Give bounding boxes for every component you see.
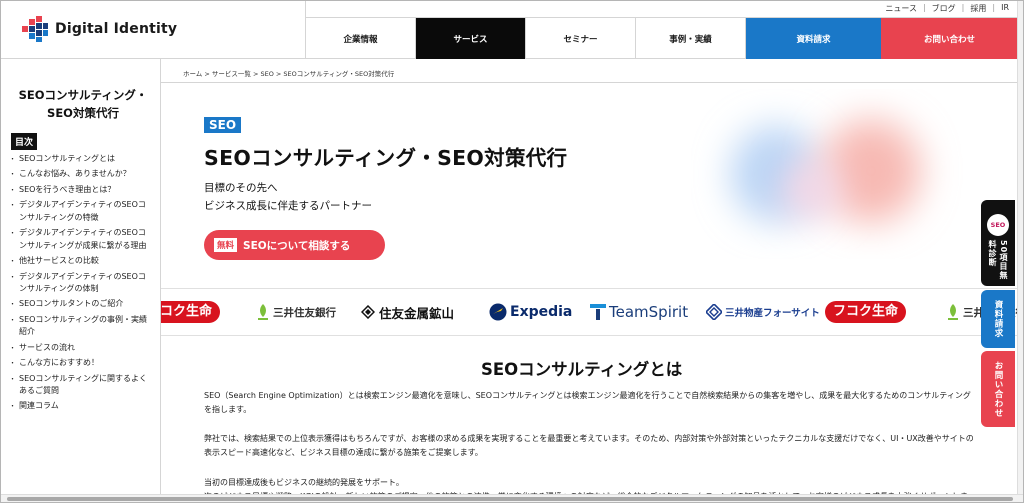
toc-item[interactable]: SEOを行うべき理由とは？ <box>9 184 153 197</box>
toc-item[interactable]: こんな方におすすめ！ <box>9 357 153 370</box>
smbc-leaf-icon <box>948 304 958 320</box>
nav-item-services[interactable]: サービス <box>416 18 526 59</box>
nav-item-company[interactable]: 企業情報 <box>306 18 416 59</box>
paragraph: SEO（Search Engine Optimization）とは検索エンジン最… <box>204 391 971 414</box>
seo-badge: SEO <box>987 214 1009 236</box>
toc-item[interactable]: 関連コラム <box>9 400 153 413</box>
diagnosis-label: 50項目無料診断 <box>988 240 1008 281</box>
cta-label: SEOについて相談する <box>243 239 351 252</box>
nav-item-seminar[interactable]: セミナー <box>526 18 636 59</box>
sidebar: SEOコンサルティング・ SEO対策代行 目次 SEOコンサルティングとは こん… <box>1 59 161 502</box>
toc-label: 目次 <box>11 133 38 150</box>
hero-subtitle-line2: ビジネス成長に伴走するパートナー <box>204 200 372 212</box>
browser-viewport: Digital Identity ニュース | ブログ | 採用 | IR 企業… <box>0 0 1024 503</box>
util-link-recruit[interactable]: 採用 <box>970 3 986 14</box>
logo-mark-icon <box>22 16 48 42</box>
toc-item[interactable]: SEOコンサルタントのご紹介 <box>9 298 153 311</box>
util-link-ir[interactable]: IR <box>1001 3 1009 14</box>
logo-sumitomo-metal: 住友金属鉱山 <box>361 301 454 323</box>
nav-item-cases[interactable]: 事例・実績 <box>636 18 746 59</box>
hero-subtitle-line1: 目標のその先へ <box>204 182 278 194</box>
contact-tab[interactable]: お問い合わせ <box>981 351 1015 427</box>
vertical-scrollbar[interactable] <box>1017 1 1023 502</box>
toc-item[interactable]: SEOコンサルティングに関するよくあるご質問 <box>9 373 153 398</box>
expedia-globe-icon <box>489 303 507 321</box>
logo-mitsui-foresight: 三井物産フォーサイト <box>706 301 820 323</box>
hero-subtitle: 目標のその先へ ビジネス成長に伴走するパートナー <box>204 179 372 215</box>
teamspirit-logo-text: TeamSpirit <box>609 303 689 321</box>
mitsui-logo-text: 三井物産フォーサイト <box>725 308 820 319</box>
toc-item[interactable]: SEOコンサルティングの事例・実績紹介 <box>9 314 153 339</box>
consult-cta-button[interactable]: 無料 SEOについて相談する <box>204 230 385 260</box>
smbc-leaf-icon <box>258 304 268 320</box>
toc-item[interactable]: こんなお悩み、ありませんか？ <box>9 168 153 181</box>
logo-expedia: Expedia <box>489 301 572 323</box>
logo-text: Digital Identity <box>55 21 178 37</box>
section-title: SEOコンサルティングとは <box>481 360 683 379</box>
logo-smbc: 三井住友銀行 <box>257 301 336 323</box>
hero-gradient-decoration <box>731 119 921 223</box>
free-badge: 無料 <box>214 238 238 252</box>
toc-item[interactable]: SEOコンサルティングとは <box>9 153 153 166</box>
toc-item[interactable]: サービスの流れ <box>9 342 153 355</box>
request-docs-label: 資料請求 <box>993 300 1003 338</box>
util-link-news[interactable]: ニュース <box>885 3 917 14</box>
sidebar-title-line2: SEO対策代行 <box>47 106 119 120</box>
sidebar-title-line1: SEOコンサルティング・ <box>18 88 148 102</box>
nav-item-request-docs[interactable]: 資料請求 <box>746 18 881 59</box>
sidebar-title: SEOコンサルティング・ SEO対策代行 <box>9 86 157 122</box>
client-logo-strip: フコク生命 三井住友銀行 住友金属鉱山 Expedia <box>161 288 1019 336</box>
separator: | <box>992 3 996 12</box>
seo-tag: SEO <box>204 117 242 133</box>
mitsui-mark-icon <box>706 304 722 320</box>
util-link-blog[interactable]: ブログ <box>932 3 956 14</box>
free-diagnosis-tab[interactable]: SEO 50項目無料診断 <box>981 200 1015 286</box>
sumitomo-mark-icon <box>361 305 375 319</box>
paragraph: 弊社では、検索結果での上位表示獲得はもちろんですが、お客様の求める成果を実現する… <box>204 434 974 457</box>
toc-item[interactable]: デジタルアイデンティティのSEOコンサルティングが成果に繋がる理由 <box>9 227 153 252</box>
toc-item[interactable]: デジタルアイデンティティのSEOコンサルティングの体制 <box>9 271 153 296</box>
logo-fukoku: フコク生命 <box>825 301 907 323</box>
separator: | <box>961 3 965 12</box>
logo-teamspirit: TeamSpirit <box>590 301 688 323</box>
page-title: SEOコンサルティング・SEO対策代行 <box>204 146 568 170</box>
divider <box>161 82 1019 83</box>
global-nav: 企業情報 サービス セミナー 事例・実績 資料請求 お問い合わせ <box>306 17 1019 59</box>
logo-fukoku: フコク生命 <box>161 301 221 323</box>
fukoku-logo-text: フコク生命 <box>825 301 907 323</box>
teamspirit-mark-icon <box>590 304 606 320</box>
breadcrumb[interactable]: ホーム > サービス一覧 > SEO > SEOコンサルティング・SEO対策代行 <box>183 68 394 78</box>
request-docs-tab[interactable]: 資料請求 <box>981 290 1015 348</box>
expedia-logo-text: Expedia <box>510 304 573 320</box>
contact-label: お問い合わせ <box>993 360 1003 418</box>
separator: | <box>922 3 926 12</box>
smbc-logo-text: 三井住友銀行 <box>273 306 336 319</box>
scrollbar-thumb[interactable] <box>7 497 1013 501</box>
horizontal-scrollbar[interactable] <box>1 494 1023 502</box>
toc-item[interactable]: デジタルアイデンティティのSEOコンサルティングの特徴 <box>9 199 153 224</box>
paragraph: 当初の目標達成後もビジネスの継続的発展をサポート。 <box>204 478 404 487</box>
utility-links: ニュース | ブログ | 採用 | IR <box>885 3 1009 14</box>
sumitomo-logo-text: 住友金属鉱山 <box>379 305 455 321</box>
toc-item[interactable]: 他社サービスとの比較 <box>9 255 153 268</box>
logo-area[interactable]: Digital Identity <box>1 1 306 59</box>
toc-list: SEOコンサルティングとは こんなお悩み、ありませんか？ SEOを行うべき理由と… <box>9 153 153 416</box>
nav-item-contact[interactable]: お問い合わせ <box>881 18 1018 59</box>
fukoku-logo-text: フコク生命 <box>161 301 221 323</box>
